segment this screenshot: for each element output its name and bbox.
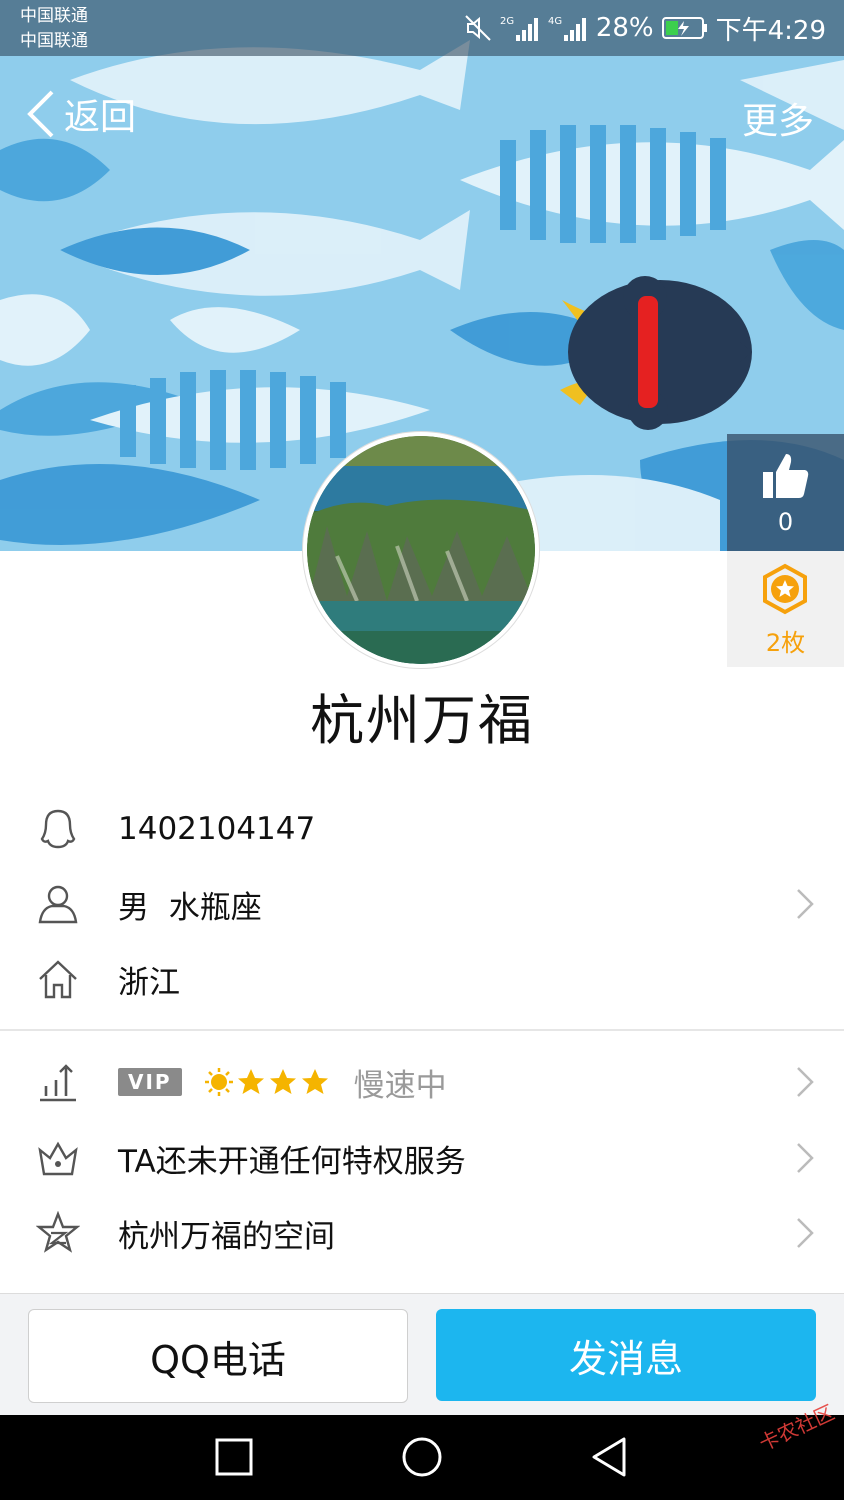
back-triangle-icon[interactable] [588, 1435, 630, 1479]
more-button[interactable]: 更多 [742, 92, 814, 144]
location: 浙江 [118, 964, 180, 1001]
battery-percent: 28% [595, 13, 654, 43]
carrier-label-2: 中国联通 [20, 31, 88, 51]
qq-number: 1402104147 [118, 811, 316, 847]
privilege-text: TA还未开通任何特权服务 [118, 1143, 466, 1180]
medal-star-icon [763, 563, 807, 615]
thumbs-up-icon [763, 454, 809, 498]
battery-charging-icon [661, 16, 708, 40]
chevron-right-icon [797, 1067, 814, 1097]
star-icon [237, 1069, 264, 1094]
like-count: 0 [777, 508, 794, 536]
action-bar: QQ电话 发消息 [0, 1293, 844, 1416]
recent-apps-icon[interactable] [214, 1437, 254, 1477]
star-icon [269, 1069, 296, 1094]
network-label-2: 4G [548, 16, 562, 27]
privilege-row[interactable]: TA还未开通任何特权服务 [0, 1121, 844, 1195]
chevron-left-icon [27, 90, 54, 138]
back-button[interactable]: 返回 [24, 88, 136, 140]
qq-call-button[interactable]: QQ电话 [28, 1309, 408, 1403]
qq-number-row: 1402104147 [0, 792, 844, 866]
qzone-row[interactable]: 杭州万福的空间 [0, 1196, 844, 1270]
home-circle-icon[interactable] [400, 1435, 444, 1479]
location-row: 浙江 [0, 942, 844, 1016]
star-icon [301, 1069, 328, 1094]
signal-2g-icon: 2G [500, 13, 540, 43]
clock: 下午4:29 [715, 15, 826, 46]
vip-tag: VIP [118, 1068, 182, 1096]
avatar-image [307, 436, 535, 664]
chevron-right-icon [797, 889, 814, 919]
chevron-right-icon [797, 1143, 814, 1173]
medal-button[interactable]: 2枚 [727, 551, 844, 667]
medal-count: 2枚 [765, 629, 806, 657]
home-icon [39, 960, 77, 999]
chevron-right-icon [797, 1218, 814, 1248]
section-divider [0, 1029, 844, 1031]
back-label: 返回 [64, 97, 137, 138]
person-icon [38, 885, 78, 924]
crown-icon [38, 1141, 78, 1176]
like-button[interactable]: 0 [727, 434, 844, 551]
avatar[interactable] [303, 432, 539, 668]
system-nav-bar [0, 1415, 844, 1500]
gender-sign: 男 水瓶座 [118, 889, 262, 926]
send-message-button[interactable]: 发消息 [436, 1309, 816, 1401]
qzone-link: 杭州万福的空间 [118, 1218, 335, 1255]
network-label-1: 2G [500, 16, 514, 27]
gender-sign-row[interactable]: 男 水瓶座 [0, 867, 844, 941]
signal-4g-icon: 4G [548, 13, 588, 43]
qzone-star-icon [36, 1211, 80, 1253]
status-bar: 中国联通 中国联通 2G 4G 28% 下午4:29 [0, 0, 844, 56]
vip-status: 慢速中 [353, 1067, 447, 1104]
vip-level-row[interactable]: VIP 慢速中 [0, 1045, 844, 1119]
vip-level-stars [204, 1067, 330, 1097]
sun-icon [204, 1068, 233, 1096]
mute-icon [464, 14, 492, 42]
penguin-outline-icon [40, 809, 76, 849]
nickname: 杭州万福 [310, 689, 534, 752]
carrier-label-1: 中国联通 [20, 6, 88, 26]
level-chart-icon [40, 1064, 76, 1102]
